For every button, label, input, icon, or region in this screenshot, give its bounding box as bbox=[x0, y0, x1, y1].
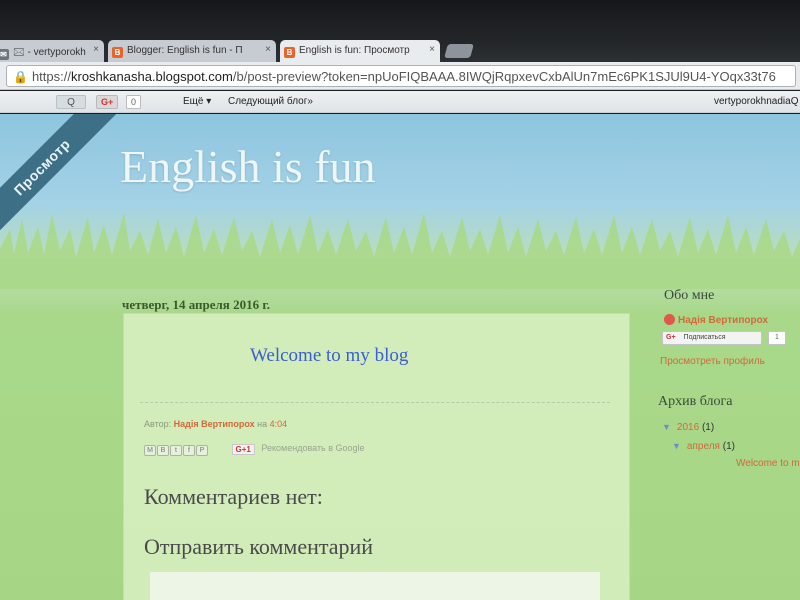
twitter-share-icon[interactable]: t bbox=[170, 445, 182, 456]
tab-close-icon[interactable]: × bbox=[429, 44, 435, 55]
facebook-share-icon[interactable]: f bbox=[183, 445, 195, 456]
gplus-icon: G+ bbox=[666, 334, 676, 341]
avatar bbox=[664, 314, 675, 325]
browser-toolbar: 🔒 https://kroshkanasha.blogspot.com/b/pos… bbox=[0, 62, 800, 90]
browser-tab-strip: ✉ 🖂 - vertyporokh × B Blogger: English is … bbox=[0, 0, 800, 63]
gplus-count: 0 bbox=[126, 95, 142, 109]
share-buttons: MBtfP G+1 Рекомендовать в Google bbox=[144, 443, 365, 457]
tab-blogger-editor[interactable]: B Blogger: English is fun - П × bbox=[108, 40, 276, 62]
profile-name-text: Надія Вертипорох bbox=[678, 315, 769, 326]
tab-label: Blogger: English is fun - П bbox=[127, 45, 243, 56]
new-tab-button[interactable] bbox=[444, 44, 474, 58]
post-date-header: четверг, 14 апреля 2016 г. bbox=[122, 297, 271, 312]
url-host: kroshkanasha.blogspot.com bbox=[70, 69, 233, 84]
archive-year-count: (1) bbox=[701, 422, 715, 433]
post-time-link[interactable]: 4:04 bbox=[270, 419, 288, 429]
blogger-icon: B bbox=[284, 47, 295, 58]
archive-month-item[interactable]: ▼ апреля (1) bbox=[672, 441, 735, 452]
blog-archive-heading: Архив блога bbox=[658, 394, 733, 409]
blog-title[interactable]: English is fun bbox=[120, 140, 376, 193]
lock-icon: 🔒 bbox=[13, 70, 28, 84]
blog-page: Просмотр English is fun четверг, 14 апре… bbox=[0, 114, 800, 600]
pinterest-share-icon[interactable]: P bbox=[196, 445, 208, 456]
blogger-icon: B bbox=[112, 47, 123, 58]
archive-month-count: (1) bbox=[722, 441, 735, 452]
view-profile-link[interactable]: Просмотреть профиль bbox=[660, 356, 765, 367]
tab-label: English is fun: Просмотр bbox=[299, 45, 410, 56]
post-divider bbox=[140, 402, 610, 403]
follow-button[interactable]: G+ Подписаться bbox=[662, 331, 762, 345]
profile-name[interactable]: Надія Вертипорох bbox=[664, 314, 768, 326]
tab-label: 🖂 - vertyporokh bbox=[13, 47, 86, 58]
archive-post-link[interactable]: Welcome to m bbox=[736, 458, 800, 469]
more-menu[interactable]: Ещё ▾ bbox=[183, 96, 211, 107]
author-link[interactable]: Надія Вертипорох bbox=[174, 419, 255, 429]
tab-blog-preview[interactable]: B English is fun: Просмотр × bbox=[280, 40, 440, 63]
follow-label: Подписаться bbox=[683, 334, 726, 341]
blogger-share-icon[interactable]: B bbox=[157, 445, 169, 456]
archive-year-item[interactable]: ▼ 2016 (1) bbox=[662, 422, 714, 433]
gplus-one-button[interactable]: G+1 bbox=[231, 444, 255, 455]
about-me-heading: Обо мне bbox=[664, 288, 715, 303]
address-bar[interactable]: 🔒 https://kroshkanasha.blogspot.com/b/pos… bbox=[6, 65, 796, 87]
post-comment-heading: Отправить комментарий bbox=[144, 534, 374, 559]
search-icon[interactable]: Q bbox=[56, 95, 86, 109]
comment-form-area[interactable] bbox=[150, 572, 600, 600]
tab-gmail[interactable]: ✉ 🖂 - vertyporokh × bbox=[0, 40, 104, 62]
time-prefix: на bbox=[257, 419, 268, 429]
email-share-icon[interactable]: M bbox=[144, 445, 156, 456]
blogger-navbar: Q G+ 0 Ещё ▾ Следующий блог» vertyporokh… bbox=[0, 91, 800, 113]
tab-close-icon[interactable]: × bbox=[265, 44, 271, 55]
archive-month-link[interactable]: апреля bbox=[687, 441, 720, 452]
gplus-button[interactable]: G+ bbox=[96, 95, 119, 109]
user-account[interactable]: vertyporokhnadiaQ bbox=[714, 96, 800, 107]
url-scheme: https:// bbox=[31, 69, 71, 84]
next-blog-link[interactable]: Следующий блог» bbox=[228, 96, 313, 107]
post-title: Welcome to my blog bbox=[250, 345, 409, 366]
tab-close-icon[interactable]: × bbox=[93, 44, 99, 55]
post-card: Welcome to my blog Автор: Надія Вертипор… bbox=[123, 313, 630, 600]
follow-count: 1 bbox=[768, 331, 786, 345]
expand-triangle-icon[interactable]: ▼ bbox=[672, 441, 681, 451]
gmail-icon: ✉ bbox=[0, 49, 9, 60]
recommend-text: Рекомендовать в Google bbox=[261, 443, 365, 453]
comments-heading: Комментариев нет: bbox=[144, 484, 323, 509]
grass-header-decoration bbox=[0, 213, 800, 289]
post-footer: Автор: Надія Вертипорох на 4:04 bbox=[144, 419, 287, 429]
expand-triangle-icon[interactable]: ▼ bbox=[662, 422, 671, 432]
url-path: /b/post-preview?token=npUoFIQBAAA.8IWQjR… bbox=[232, 69, 776, 84]
archive-year-link[interactable]: 2016 bbox=[677, 422, 699, 433]
author-prefix: Автор: bbox=[144, 419, 172, 429]
